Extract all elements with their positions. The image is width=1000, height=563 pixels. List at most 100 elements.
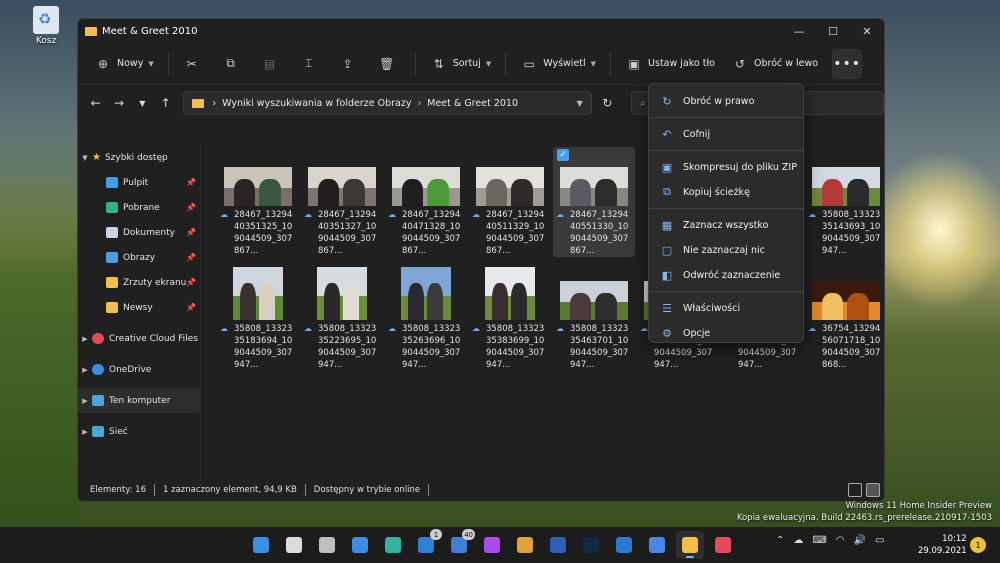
forward-arrow-icon[interactable]: → (107, 91, 130, 115)
address-dropdown-icon[interactable]: ▼ (577, 99, 583, 108)
file-tile[interactable]: ☁ 35808_1332335143693_109044509_307947... (805, 147, 884, 257)
chevron-right-icon[interactable]: ▶ (78, 428, 92, 436)
cut-button[interactable]: ✂ (175, 49, 214, 79)
sidebar-item-quick[interactable]: Zrzuty ekranu 📌 (78, 270, 200, 295)
details-view-icon[interactable] (848, 483, 862, 497)
minimize-button[interactable]: — (782, 20, 816, 42)
pin-icon[interactable]: 📌 (186, 178, 196, 187)
trello-app[interactable] (610, 531, 638, 559)
language-icon[interactable]: ⌨ (812, 535, 826, 546)
refresh-icon[interactable]: ↻ (596, 91, 619, 115)
file-tile[interactable]: ☁ 35808_1332335463701_109044509_307947... (553, 261, 635, 371)
copy-path-icon: ⧉ (663, 185, 671, 198)
chevron-up-icon[interactable]: ⌃ (776, 535, 784, 546)
set-background-button[interactable]: ▣ Ustaw jako tło (617, 49, 723, 79)
menu-item[interactable]: ☰ Właściwości (653, 296, 799, 320)
rotate-left-button[interactable]: ↺ Obróć w lewo (723, 49, 826, 79)
file-tile[interactable]: ☁ 28467_1329440511329_109044509_307867... (469, 147, 551, 257)
file-tile[interactable]: ☁ 36754_1329456071718_109044509_307868... (805, 261, 884, 371)
todo-app[interactable]: 40 (445, 529, 475, 559)
address-bar[interactable]: › Wyniki wyszukiwania w folderze Obrazy … (183, 91, 592, 115)
title-bar[interactable]: Meet & Greet 2010 — ☐ ✕ (78, 19, 884, 43)
menu-item[interactable]: ▣ Skompresuj do pliku ZIP (653, 155, 799, 179)
sidebar-item-network[interactable]: ▶ Sieć (78, 419, 200, 444)
sidebar-item-creative-cloud[interactable]: ▶ Creative Cloud Files (78, 326, 200, 351)
sidebar-item-onedrive[interactable]: ▶ OneDrive (78, 357, 200, 382)
menu-item-label: Opcje (683, 327, 711, 339)
new-button[interactable]: ⊕ Nowy ▼ (86, 49, 162, 79)
pin-icon[interactable]: 📌 (186, 253, 196, 262)
sidebar-item-quick[interactable]: Pobrane 📌 (78, 195, 200, 220)
sidebar-item-quick[interactable]: Dokumenty 📌 (78, 220, 200, 245)
view-button[interactable]: ▭ Wyświetl ▼ (512, 49, 604, 79)
file-tile[interactable]: ☁ 28467_1329440471328_109044509_307867... (385, 147, 467, 257)
menu-item[interactable]: ↻ Obróć w prawo (653, 89, 799, 113)
battery-icon[interactable]: ▭ (875, 535, 884, 546)
menu-item[interactable]: ⚙ Opcje (653, 321, 799, 345)
chevron-right-icon[interactable]: ▶ (78, 366, 92, 374)
mail-app[interactable]: 1 (412, 529, 442, 559)
chevron-right-icon[interactable]: ▶ (78, 397, 92, 405)
breadcrumb-search-results[interactable]: Wyniki wyszukiwania w folderze Obrazy (222, 98, 411, 109)
slack-app[interactable] (511, 531, 539, 559)
menu-item[interactable]: ◧ Odwróć zaznaczenie (653, 263, 799, 287)
menu-item[interactable]: ▦ Zaznacz wszystko (653, 213, 799, 237)
selection-checkbox[interactable]: ✓ (557, 149, 569, 161)
large-icons-view-icon[interactable] (866, 483, 880, 497)
onedrive-tray-icon[interactable]: ☁ (793, 535, 803, 546)
file-tile[interactable]: ☁ 35808_1332335183694_109044509_307947... (217, 261, 299, 371)
paste-button[interactable]: ▤ (253, 49, 292, 79)
maximize-button[interactable]: ☐ (816, 20, 850, 42)
more-options-button[interactable]: ••• (832, 48, 863, 79)
file-tile[interactable]: ☁ 35808_1332335383699_109044509_307947... (469, 261, 551, 371)
pin-icon[interactable]: 📌 (186, 278, 196, 287)
sidebar-item-this-pc[interactable]: ▶ Ten komputer (78, 388, 200, 413)
notification-badge[interactable]: 1 (970, 537, 986, 553)
file-tile[interactable]: ✓ ☁ 28467_1329440551330_109044509_307867..… (553, 147, 635, 257)
back-arrow-icon[interactable]: ← (84, 91, 107, 115)
delete-button[interactable]: 🗑 (370, 49, 409, 79)
file-tile[interactable]: ☁ 28467_1329440351325_109044509_307867... (217, 147, 299, 257)
copy-button[interactable]: ⧉ (214, 49, 253, 79)
volume-icon[interactable]: 🔊 (854, 535, 866, 546)
photoshop-app[interactable] (577, 531, 605, 559)
file-tile[interactable]: ☁ 35808_1332335223695_109044509_307947... (301, 261, 383, 371)
chevron-right-icon[interactable]: ▶ (78, 335, 92, 343)
chevron-down-icon[interactable]: ▼ (78, 154, 92, 162)
breadcrumb-current-folder[interactable]: Meet & Greet 2010 (427, 98, 518, 109)
pin-icon[interactable]: 📌 (186, 303, 196, 312)
task-view-button[interactable] (313, 531, 341, 559)
sidebar-item-quick[interactable]: Pulpit 📌 (78, 170, 200, 195)
start-button[interactable] (247, 531, 275, 559)
menu-item[interactable]: ▢ Nie zaznaczaj nic (653, 238, 799, 262)
menu-item[interactable]: ⧉ Kopiuj ścieżkę (653, 180, 799, 204)
messenger-app[interactable] (478, 531, 506, 559)
recycle-bin-label: Kosz (35, 36, 57, 46)
search-button[interactable] (280, 531, 308, 559)
clock[interactable]: 10:12 29.09.2021 (918, 533, 967, 557)
explorer-app[interactable] (676, 531, 704, 559)
edge-app[interactable] (379, 531, 407, 559)
pin-icon[interactable]: 📌 (186, 203, 196, 212)
sort-button[interactable]: ⇅ Sortuj ▼ (422, 49, 500, 79)
recent-locations-chevron-icon[interactable]: ▼ (131, 91, 154, 115)
wifi-icon[interactable]: ◠ (836, 535, 845, 546)
file-tile[interactable]: ☁ 35808_1332335263696_109044509_307947... (385, 261, 467, 371)
recycle-bin[interactable]: Kosz (26, 6, 66, 46)
photo-thumbnail (812, 167, 880, 206)
sidebar-item-quick-access[interactable]: ▼ ★ Szybki dostęp (78, 145, 200, 170)
online-only-icon: ☁ (388, 324, 396, 333)
close-button[interactable]: ✕ (850, 20, 884, 42)
sidebar-item-quick[interactable]: Newsy 📌 (78, 295, 200, 320)
translate-app[interactable] (643, 531, 671, 559)
rename-button[interactable]: ⌶ (292, 49, 331, 79)
up-arrow-icon[interactable]: ↑ (154, 91, 177, 115)
menu-item[interactable]: ↶ Cofnij (653, 122, 799, 146)
creative-cloud-app[interactable] (709, 531, 737, 559)
widgets-button[interactable] (346, 531, 374, 559)
word-app[interactable] (544, 531, 572, 559)
pin-icon[interactable]: 📌 (186, 228, 196, 237)
share-button[interactable]: ⇪ (331, 49, 370, 79)
file-tile[interactable]: ☁ 28467_1329440351327_109044509_307867... (301, 147, 383, 257)
sidebar-item-quick[interactable]: Obrazy 📌 (78, 245, 200, 270)
